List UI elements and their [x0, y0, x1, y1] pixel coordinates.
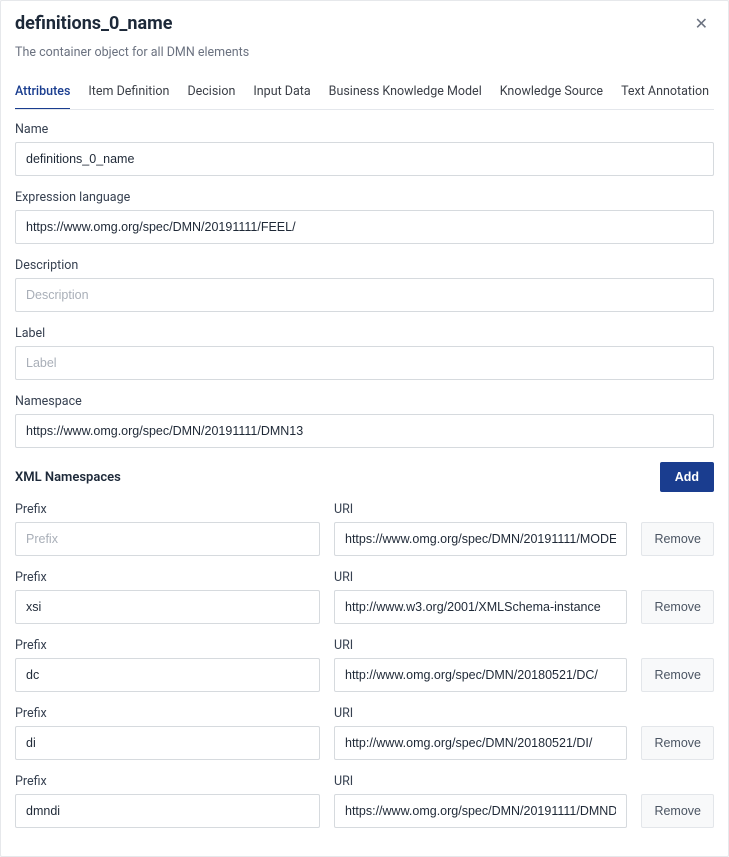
namespace-prefix-input[interactable]: [15, 726, 320, 760]
namespace-prefix-label: Prefix: [15, 570, 320, 585]
namespace-prefix-label: Prefix: [15, 638, 320, 653]
expr-lang-input[interactable]: [15, 210, 714, 244]
namespace-remove-col: Remove: [641, 726, 714, 760]
namespace-uri-col: URI: [334, 502, 627, 556]
namespace-uri-label: URI: [334, 570, 627, 585]
close-icon: ✕: [695, 16, 708, 33]
namespace-row: Prefix URI Remove: [15, 706, 714, 760]
namespace-prefix-input[interactable]: [15, 522, 320, 556]
expr-lang-label: Expression language: [15, 190, 714, 205]
namespace-prefix-col: Prefix: [15, 570, 320, 624]
panel-header: definitions_0_name ✕: [15, 13, 714, 37]
remove-namespace-button[interactable]: Remove: [641, 658, 714, 692]
namespace-prefix-label: Prefix: [15, 706, 320, 721]
namespace-remove-col: Remove: [641, 522, 714, 556]
namespace-input[interactable]: [15, 414, 714, 448]
field-namespace: Namespace: [15, 394, 714, 448]
field-expression-language: Expression language: [15, 190, 714, 244]
namespace-uri-input[interactable]: [334, 590, 627, 624]
namespace-uri-input[interactable]: [334, 794, 627, 828]
label-input[interactable]: [15, 346, 714, 380]
remove-namespace-button[interactable]: Remove: [641, 590, 714, 624]
tabs-bar: Attributes Item Definition Decision Input D…: [15, 76, 714, 110]
tab-business-knowledge-model[interactable]: Business Knowledge Model: [329, 76, 482, 109]
add-namespace-button[interactable]: Add: [660, 462, 714, 492]
field-label: Label: [15, 326, 714, 380]
remove-namespace-button[interactable]: Remove: [641, 726, 714, 760]
namespace-prefix-label: Prefix: [15, 502, 320, 517]
close-button[interactable]: ✕: [689, 13, 714, 37]
properties-panel: definitions_0_name ✕ The container objec…: [0, 0, 729, 857]
namespace-remove-col: Remove: [641, 590, 714, 624]
xml-namespaces-header: XML Namespaces Add: [15, 462, 714, 492]
namespace-row: Prefix URI Remove: [15, 774, 714, 828]
namespace-row: Prefix URI Remove: [15, 502, 714, 556]
attributes-form: Name Expression language Description Lab…: [15, 110, 714, 828]
namespace-remove-col: Remove: [641, 794, 714, 828]
tab-text-annotation[interactable]: Text Annotation: [621, 76, 709, 109]
namespace-uri-input[interactable]: [334, 658, 627, 692]
tab-input-data[interactable]: Input Data: [253, 76, 310, 109]
description-label: Description: [15, 258, 714, 273]
namespace-uri-label: URI: [334, 774, 627, 789]
description-input[interactable]: [15, 278, 714, 312]
namespace-prefix-label: Prefix: [15, 774, 320, 789]
field-description: Description: [15, 258, 714, 312]
namespace-prefix-col: Prefix: [15, 706, 320, 760]
namespace-uri-label: URI: [334, 638, 627, 653]
field-name: Name: [15, 122, 714, 176]
xml-namespaces-list: Prefix URI Remove Prefix URI Remove Prefix URI R…: [15, 502, 714, 828]
tab-decision[interactable]: Decision: [187, 76, 235, 109]
xml-namespaces-title: XML Namespaces: [15, 470, 121, 485]
namespace-uri-col: URI: [334, 570, 627, 624]
namespace-uri-col: URI: [334, 774, 627, 828]
remove-namespace-button[interactable]: Remove: [641, 794, 714, 828]
namespace-prefix-col: Prefix: [15, 774, 320, 828]
namespace-uri-col: URI: [334, 638, 627, 692]
namespace-label: Namespace: [15, 394, 714, 409]
namespace-remove-col: Remove: [641, 658, 714, 692]
name-label: Name: [15, 122, 714, 137]
panel-subtitle: The container object for all DMN element…: [15, 45, 714, 60]
namespace-prefix-input[interactable]: [15, 590, 320, 624]
label-label: Label: [15, 326, 714, 341]
namespace-prefix-input[interactable]: [15, 658, 320, 692]
namespace-uri-col: URI: [334, 706, 627, 760]
panel-title: definitions_0_name: [15, 13, 172, 34]
namespace-row: Prefix URI Remove: [15, 570, 714, 624]
namespace-uri-label: URI: [334, 706, 627, 721]
namespace-prefix-col: Prefix: [15, 638, 320, 692]
namespace-prefix-col: Prefix: [15, 502, 320, 556]
namespace-uri-input[interactable]: [334, 726, 627, 760]
tab-attributes[interactable]: Attributes: [15, 76, 70, 109]
tab-knowledge-source[interactable]: Knowledge Source: [500, 76, 603, 109]
namespace-uri-input[interactable]: [334, 522, 627, 556]
namespace-uri-label: URI: [334, 502, 627, 517]
remove-namespace-button[interactable]: Remove: [641, 522, 714, 556]
tab-item-definition[interactable]: Item Definition: [88, 76, 169, 109]
namespace-prefix-input[interactable]: [15, 794, 320, 828]
name-input[interactable]: [15, 142, 714, 176]
namespace-row: Prefix URI Remove: [15, 638, 714, 692]
